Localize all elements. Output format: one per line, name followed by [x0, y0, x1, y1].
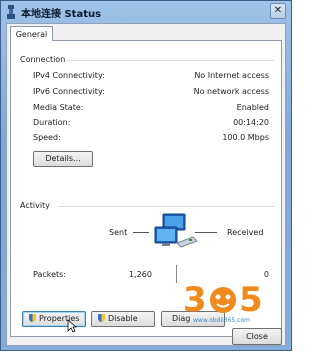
speed-value: 100.0 Mbps — [222, 133, 269, 142]
close-button[interactable]: Close — [232, 328, 282, 345]
watermark-url: www.obdii365.com — [193, 317, 250, 324]
mouse-cursor-icon — [67, 319, 77, 333]
svg-text:3: 3 — [183, 280, 207, 318]
received-label: Received — [227, 228, 264, 237]
connection-divider — [67, 60, 274, 61]
activity-divider — [58, 206, 274, 207]
ipv4-label: IPv4 Connectivity: — [33, 71, 105, 80]
network-computers-icon — [154, 213, 198, 248]
svg-text:5: 5 — [239, 280, 263, 318]
disable-label: Disable — [108, 314, 138, 323]
ipv6-value: No network access — [193, 87, 269, 96]
close-window-icon[interactable]: ✕ — [270, 3, 286, 19]
window-title: 本地连接 Status — [21, 9, 102, 20]
activity-heading: Activity — [20, 201, 50, 210]
dialog-client: General Connection IPv4 Connectivity: No… — [6, 23, 286, 346]
connection-heading: Connection — [20, 55, 66, 64]
shield-icon — [29, 314, 36, 322]
network-status-icon — [7, 5, 15, 19]
packets-label: Packets: — [33, 270, 67, 279]
media-state-label: Media State: — [33, 103, 84, 112]
shield-icon — [98, 314, 105, 322]
ipv4-value: No Internet access — [194, 71, 269, 80]
obdii365-logo-icon: 3 5 — [183, 280, 263, 320]
media-state-value: Enabled — [236, 103, 269, 112]
activity-separator — [176, 265, 177, 283]
packets-sent-value: 1,260 — [129, 270, 152, 279]
title-bar[interactable]: 本地连接 Status ✕ — [1, 1, 291, 23]
speed-label: Speed: — [33, 133, 61, 142]
ipv6-label: IPv6 Connectivity: — [33, 87, 105, 96]
tab-general[interactable]: General — [10, 26, 53, 41]
watermark-logo: 3 5 www.obdii365.com — [183, 278, 273, 326]
disable-button[interactable]: Disable — [91, 311, 155, 327]
duration-label: Duration: — [33, 118, 71, 127]
sent-line — [133, 232, 149, 233]
sent-label: Sent — [109, 228, 128, 237]
duration-value: 00:14:20 — [233, 118, 269, 127]
details-button[interactable]: Details... — [33, 151, 93, 167]
status-window: 本地连接 Status ✕ General Connection IPv4 Co… — [0, 0, 292, 351]
